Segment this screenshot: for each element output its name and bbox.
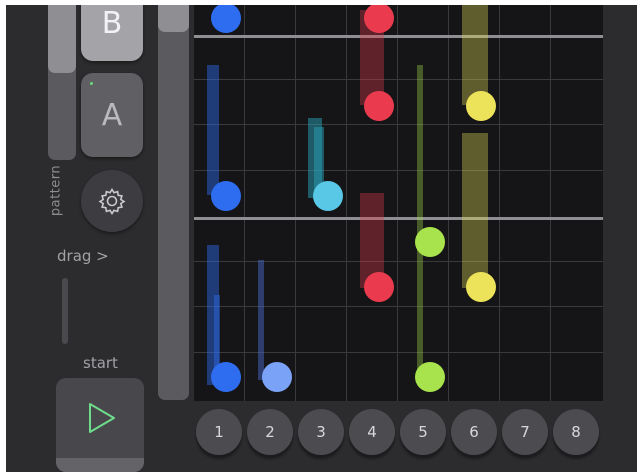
pattern-a-button[interactable]: A	[81, 73, 143, 157]
note-trail	[207, 65, 219, 195]
pattern-b-button[interactable]: B	[81, 5, 143, 61]
note-trail	[462, 133, 488, 288]
step-label: 8	[571, 423, 581, 441]
active-indicator	[90, 82, 93, 85]
step-label: 7	[520, 423, 530, 441]
note-dot[interactable]	[313, 181, 343, 211]
pattern-slider-fill	[48, 5, 76, 73]
pattern-label: pattern	[48, 164, 64, 217]
note-dot[interactable]	[364, 272, 394, 302]
step-label: 5	[418, 423, 428, 441]
settings-button[interactable]	[81, 170, 143, 232]
pattern-slider-track[interactable]	[48, 5, 76, 160]
drag-label: drag >	[57, 247, 109, 265]
step-button-7[interactable]: 7	[502, 409, 548, 455]
note-grid[interactable]	[194, 5, 603, 401]
scroll-slider-fill	[158, 5, 189, 32]
note-trail	[258, 260, 264, 380]
note-trail	[462, 5, 488, 105]
note-trail	[417, 245, 423, 380]
note-dot[interactable]	[415, 362, 445, 392]
step-button-3[interactable]: 3	[298, 409, 344, 455]
gear-icon	[96, 185, 128, 217]
note-dot[interactable]	[364, 5, 394, 33]
note-dot[interactable]	[211, 5, 241, 33]
pattern-b-label: B	[101, 5, 123, 41]
step-label: 6	[469, 423, 479, 441]
note-dot[interactable]	[466, 91, 496, 121]
step-label: 3	[316, 423, 326, 441]
step-button-4[interactable]: 4	[349, 409, 395, 455]
note-dot[interactable]	[211, 362, 241, 392]
step-button-8[interactable]: 8	[553, 409, 599, 455]
step-button-1[interactable]: 1	[196, 409, 242, 455]
pattern-a-label: A	[101, 97, 123, 133]
note-trail	[417, 65, 423, 245]
octave-divider	[194, 217, 603, 220]
note-dot[interactable]	[364, 91, 394, 121]
scroll-slider-track[interactable]	[158, 5, 189, 400]
start-label: start	[83, 354, 118, 372]
step-button-6[interactable]: 6	[451, 409, 497, 455]
step-label: 1	[214, 423, 224, 441]
step-button-5[interactable]: 5	[400, 409, 446, 455]
start-button-base	[56, 458, 144, 472]
step-label: 2	[265, 423, 275, 441]
note-dot[interactable]	[262, 362, 292, 392]
octave-divider	[194, 35, 603, 38]
sequencer-app: B A pattern drag > start 1 2 3 4 5 6 7 8	[6, 5, 637, 472]
note-dot[interactable]	[466, 272, 496, 302]
note-dot[interactable]	[211, 181, 241, 211]
note-dot[interactable]	[415, 227, 445, 257]
play-icon	[86, 402, 118, 434]
step-button-2[interactable]: 2	[247, 409, 293, 455]
step-label: 4	[367, 423, 377, 441]
start-button[interactable]	[56, 378, 144, 472]
drag-slider[interactable]	[62, 278, 68, 344]
